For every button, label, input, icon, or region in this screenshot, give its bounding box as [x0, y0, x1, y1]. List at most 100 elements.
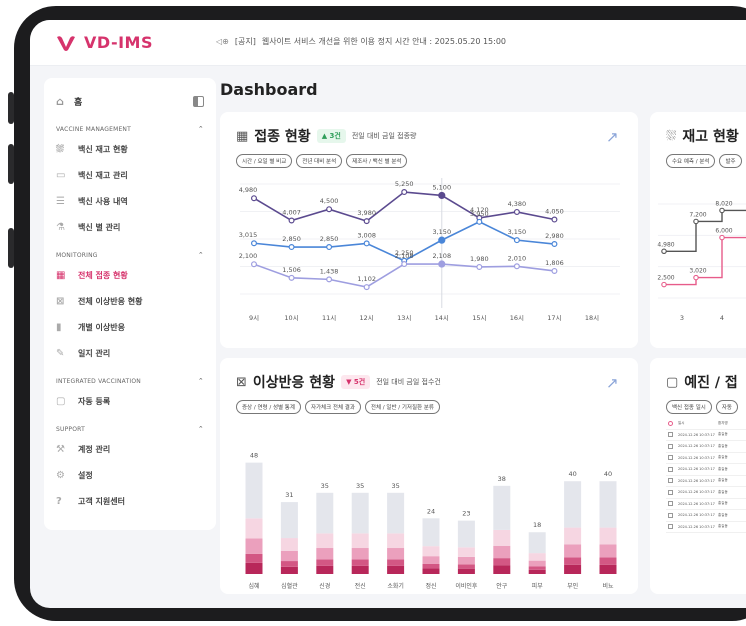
bar-segment[interactable] [387, 492, 405, 534]
data-point[interactable] [693, 218, 699, 225]
table-row[interactable]: 2024.12.26 10:37:17 홍길동 [666, 441, 746, 453]
table-row[interactable]: 2024.12.26 10:37:17 홍길동 [666, 499, 746, 510]
bar-segment[interactable] [280, 502, 298, 539]
row-checkbox[interactable] [668, 512, 673, 518]
bar-segment[interactable] [564, 481, 582, 528]
bar-segment[interactable] [599, 527, 617, 545]
bar-segment[interactable] [387, 565, 405, 574]
chevron-up-icon[interactable]: ⌃ [198, 251, 204, 259]
row-checkbox[interactable] [668, 455, 673, 461]
data-point[interactable] [438, 191, 446, 200]
bar-segment[interactable] [351, 565, 369, 574]
chevron-up-icon[interactable]: ⌃ [198, 377, 204, 385]
sidebar-item[interactable]: ☰ 백신 사용 내역 [56, 188, 204, 214]
bar-segment[interactable] [351, 559, 369, 566]
data-point[interactable] [251, 195, 258, 202]
header-checkbox[interactable] [668, 420, 673, 426]
filter-chip[interactable]: 자동 [715, 400, 738, 414]
sidebar-item[interactable]: ▮ 개별 이상반응 [56, 314, 204, 340]
row-checkbox[interactable] [668, 466, 673, 472]
bar-segment[interactable] [493, 565, 511, 574]
data-point[interactable] [719, 234, 725, 241]
data-point[interactable] [661, 281, 667, 288]
data-point[interactable] [363, 218, 370, 225]
sidebar-item[interactable]: ⛆ 백신 재고 현황 [56, 136, 204, 162]
bar-segment[interactable] [280, 561, 298, 567]
data-point[interactable] [401, 189, 408, 196]
data-point[interactable] [251, 261, 258, 268]
bar-segment[interactable] [564, 544, 582, 558]
chevron-up-icon[interactable]: ⌃ [198, 425, 204, 433]
data-point[interactable] [513, 237, 520, 244]
sidebar-section-header[interactable]: MONITORING ⌃ [56, 248, 204, 262]
row-checkbox[interactable] [668, 443, 673, 449]
bar-segment[interactable] [351, 548, 369, 560]
bar-segment[interactable] [564, 527, 582, 545]
data-point[interactable] [326, 276, 333, 283]
bar-segment[interactable] [528, 560, 546, 567]
bar-segment[interactable] [351, 533, 369, 549]
table-row[interactable]: 2024.12.26 10:37:17 홍길동 [666, 487, 746, 499]
sidebar-section-header[interactable]: INTEGRATED VACCINATION ⌃ [56, 374, 204, 388]
bar-segment[interactable] [387, 548, 405, 560]
table-row[interactable]: 2024.12.26 10:37:17 홍길동 [666, 453, 746, 464]
bar-segment[interactable] [528, 566, 546, 570]
data-point[interactable] [551, 241, 558, 248]
bar-segment[interactable] [245, 553, 263, 563]
data-point[interactable] [551, 216, 558, 223]
sidebar-item[interactable]: ⊠ 전체 이상반응 현황 [56, 288, 204, 314]
data-point[interactable] [251, 240, 258, 247]
bar-segment[interactable] [280, 566, 298, 574]
bar-segment[interactable] [457, 547, 475, 557]
filter-chip[interactable]: 백신 접종 일시 [666, 400, 712, 414]
bar-segment[interactable] [422, 568, 440, 574]
data-point[interactable] [288, 274, 295, 281]
bar-segment[interactable] [493, 558, 511, 566]
chevron-up-icon[interactable]: ⌃ [198, 125, 204, 133]
data-point[interactable] [401, 261, 408, 268]
row-checkbox[interactable] [668, 478, 673, 484]
table-row[interactable]: 2024.12.26 10:37:17 홍길동 [666, 522, 746, 533]
table-row[interactable]: 2024.12.26 10:37:17 홍길동 [666, 430, 746, 441]
sidebar-item[interactable]: ▦ 전체 접종 현황 [56, 262, 204, 288]
data-point[interactable] [719, 207, 725, 214]
bar-segment[interactable] [245, 462, 263, 519]
sidebar-item[interactable]: ✎ 일지 관리 [56, 340, 204, 366]
bar-segment[interactable] [599, 557, 617, 565]
bar-segment[interactable] [457, 520, 475, 548]
bar-segment[interactable] [245, 562, 263, 574]
data-point[interactable] [476, 263, 483, 270]
bar-segment[interactable] [316, 559, 334, 566]
row-checkbox[interactable] [668, 501, 673, 507]
bar-segment[interactable] [422, 546, 440, 557]
sidebar-item[interactable]: ⚙ 설정 [56, 462, 204, 488]
bar-segment[interactable] [599, 481, 617, 528]
bar-segment[interactable] [280, 550, 298, 562]
data-point[interactable] [438, 260, 446, 268]
data-point[interactable] [288, 244, 295, 251]
data-point[interactable] [326, 244, 333, 251]
data-point[interactable] [326, 206, 333, 213]
bar-segment[interactable] [280, 538, 298, 551]
data-point[interactable] [513, 263, 520, 270]
bar-segment[interactable] [387, 533, 405, 549]
bar-segment[interactable] [457, 564, 475, 569]
sidebar-collapse-icon[interactable] [193, 95, 204, 107]
bar-segment[interactable] [316, 565, 334, 574]
row-checkbox[interactable] [668, 432, 673, 438]
data-point[interactable] [438, 236, 446, 244]
notice-bar[interactable]: ◁⊕ [공지] 웹사이트 서비스 개선을 위한 이용 정지 시간 안내 : 20… [216, 36, 506, 47]
bar-segment[interactable] [316, 548, 334, 560]
data-point[interactable] [513, 208, 520, 215]
brand-logo[interactable]: VD-IMS [56, 33, 153, 52]
bar-segment[interactable] [564, 557, 582, 565]
bar-segment[interactable] [493, 529, 511, 546]
sidebar-item[interactable]: ⚗ 백신 별 관리 [56, 214, 204, 240]
bar-segment[interactable] [599, 564, 617, 574]
bar-segment[interactable] [564, 564, 582, 574]
sidebar-item-home[interactable]: ⌂ 홈 [56, 88, 204, 114]
table-row[interactable]: 2024.12.26 10:37:17 홍길동 [666, 510, 746, 522]
bar-segment[interactable] [245, 518, 263, 539]
sidebar-item[interactable]: ? 고객 지원센터 [56, 488, 204, 514]
data-point[interactable] [363, 240, 370, 247]
